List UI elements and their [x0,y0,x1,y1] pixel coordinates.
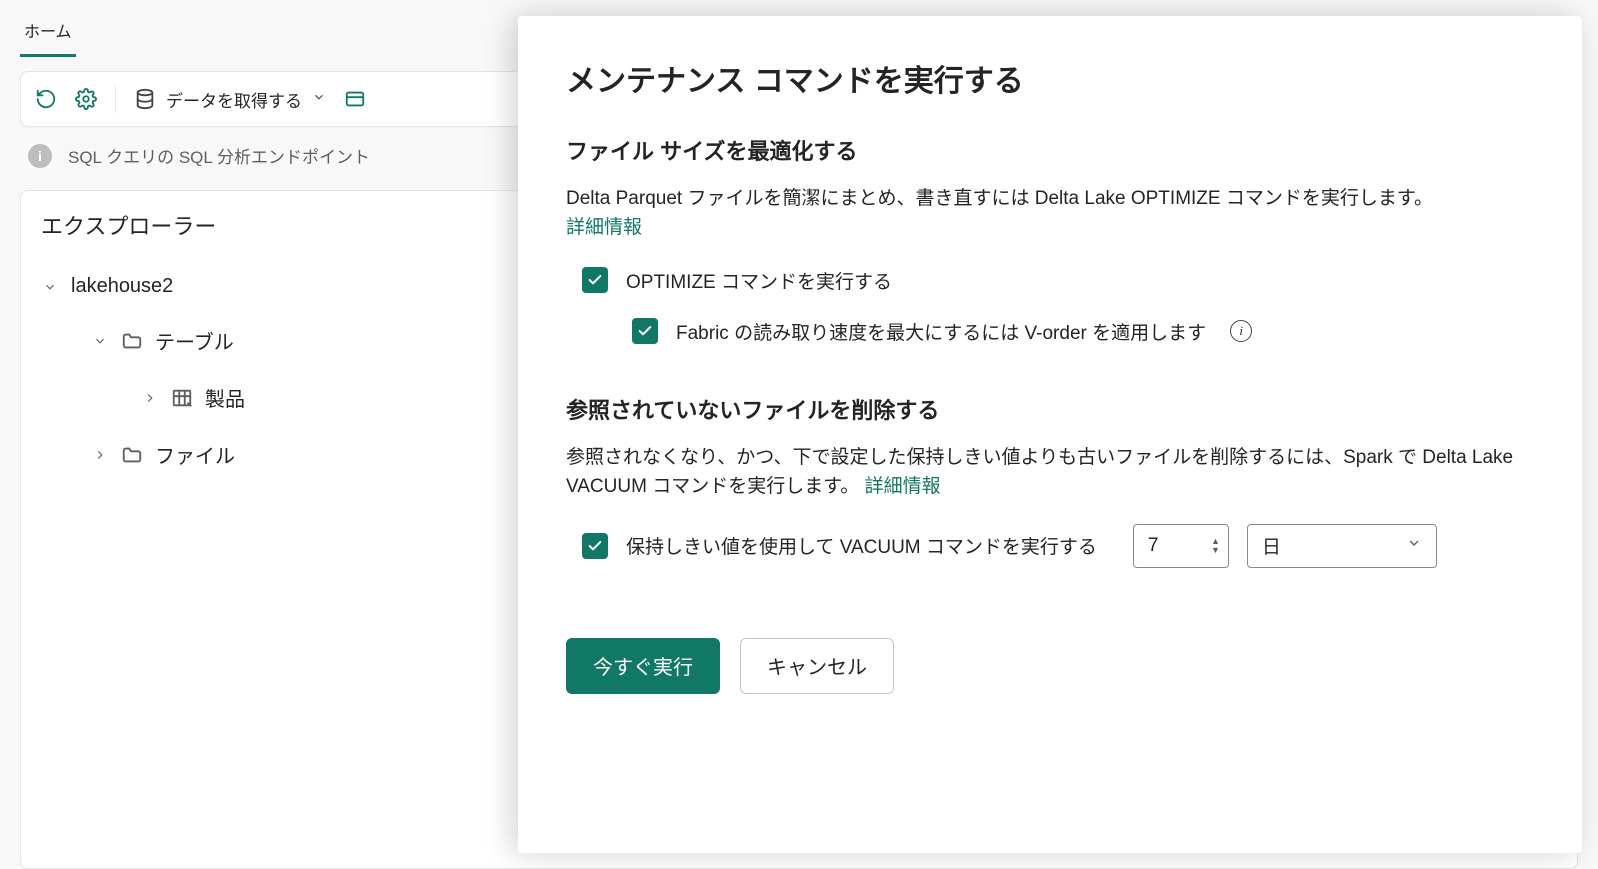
tree-node-label: ファイル [155,440,235,469]
chevron-down-icon [1406,535,1422,557]
folder-icon [121,330,143,352]
vacuum-description: 参照されなくなり、かつ、下で設定した保持しきい値よりも古いファイルを削除するには… [566,443,1534,502]
vorder-info-icon[interactable]: i [1230,320,1252,342]
optimize-description: Delta Parquet ファイルを簡潔にまとめ、書き直すには Delta L… [566,184,1534,243]
vacuum-threshold-row: 保持しきい値を使用して VACUUM コマンドを実行する 7 ▲ ▼ 日 [582,524,1534,568]
optimize-checkbox[interactable] [582,267,608,293]
retention-unit-select[interactable]: 日 [1247,524,1437,568]
database-icon [134,88,156,110]
chevron-down-icon [312,89,326,109]
info-bar-text: SQL クエリの SQL 分析エンドポイント [68,143,370,168]
chevron-right-icon [141,391,159,405]
info-icon: i [28,144,52,168]
panel-actions: 今すぐ実行 キャンセル [566,638,1534,694]
folder-icon [121,444,143,466]
refresh-icon[interactable] [35,88,57,110]
retention-value-input[interactable]: 7 ▲ ▼ [1133,524,1229,568]
tree-node-label: lakehouse2 [71,275,173,298]
get-data-button[interactable]: データを取得する [134,87,326,112]
cancel-button[interactable]: キャンセル [740,638,894,694]
retention-unit-label: 日 [1262,532,1281,559]
optimize-heading: ファイル サイズを最適化する [566,134,1534,166]
gear-icon[interactable] [75,88,97,110]
chevron-right-icon [91,448,109,462]
get-data-label: データを取得する [166,87,302,112]
chevron-down-icon [41,280,59,294]
optimize-checkbox-row: OPTIMIZE コマンドを実行する [582,267,1534,294]
vacuum-checkbox[interactable] [582,533,608,559]
vorder-checkbox-label: Fabric の読み取り速度を最大にするには V-order を適用します [676,318,1206,345]
tab-home[interactable]: ホーム [20,8,76,57]
vorder-checkbox-row: Fabric の読み取り速度を最大にするには V-order を適用します i [632,318,1534,345]
vacuum-checkbox-label: 保持しきい値を使用して VACUUM コマンドを実行する [626,532,1097,559]
panel-title: メンテナンス コマンドを実行する [566,56,1534,100]
toolbar-divider [115,85,116,113]
maintenance-panel: メンテナンス コマンドを実行する ファイル サイズを最適化する Delta Pa… [518,16,1582,853]
chevron-down-icon [91,334,109,348]
retention-value: 7 [1148,535,1159,557]
toolbar-more-icon[interactable] [344,88,366,110]
tree-node-label: テーブル [155,326,234,355]
vacuum-learn-more-link[interactable]: 詳細情報 [865,476,941,497]
table-icon [171,387,193,409]
optimize-learn-more-link[interactable]: 詳細情報 [566,217,642,238]
spin-down-icon[interactable]: ▼ [1211,546,1220,555]
vorder-checkbox[interactable] [632,318,658,344]
vacuum-heading: 参照されていないファイルを削除する [566,393,1534,425]
optimize-checkbox-label: OPTIMIZE コマンドを実行する [626,267,892,294]
tree-node-label: 製品 [205,383,245,412]
run-now-button[interactable]: 今すぐ実行 [566,638,720,694]
explorer-title: エクスプローラー [41,209,216,241]
